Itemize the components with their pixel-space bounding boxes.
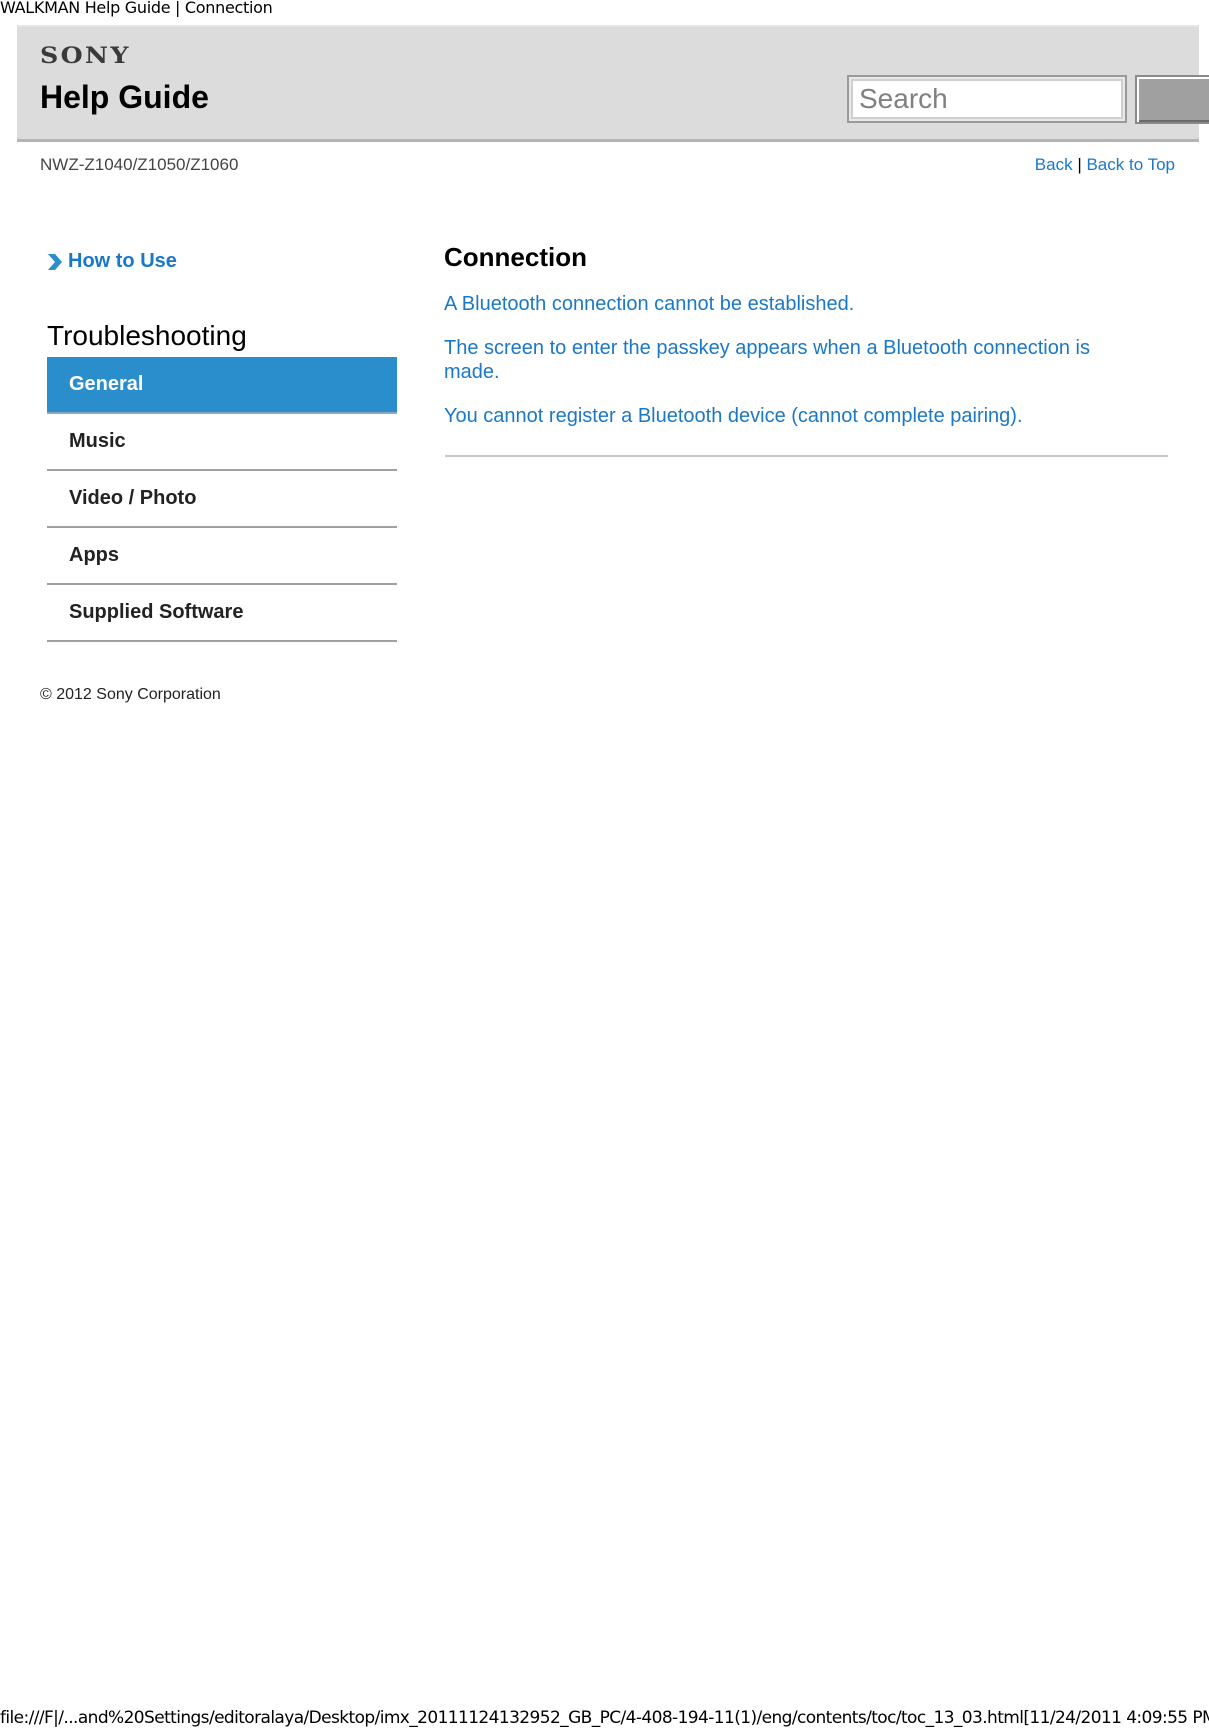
sony-logo: SONY [40, 43, 131, 69]
copyright: © 2012 Sony Corporation [40, 686, 221, 703]
nav-item-supplied-software[interactable]: Supplied Software [47, 585, 397, 642]
help-guide-title: Help Guide [40, 79, 209, 115]
nav-item-music[interactable]: Music [47, 414, 397, 471]
top-navigation: Back | Back to Top [1035, 155, 1175, 175]
nav-item-general[interactable]: General [47, 357, 397, 414]
content-divider [445, 455, 1168, 457]
window-title: WALKMAN Help Guide | Connection [0, 0, 273, 17]
file-path-footer: file:///F|/...and%20Settings/editoralaya… [0, 1708, 1209, 1728]
back-to-top-link[interactable]: Back to Top [1086, 155, 1175, 174]
topic-links: A Bluetooth connection cannot be establi… [444, 292, 1144, 448]
nav-item-video-photo[interactable]: Video / Photo [47, 471, 397, 528]
model-number: NWZ-Z1040/Z1050/Z1060 [40, 155, 239, 174]
search-button[interactable] [1135, 75, 1209, 124]
search-input[interactable] [851, 79, 1123, 119]
topic-link[interactable]: The screen to enter the passkey appears … [444, 336, 1144, 384]
site-header: SONY Help Guide [17, 25, 1209, 142]
how-to-use-label: How to Use [68, 250, 177, 272]
back-link[interactable]: Back [1035, 155, 1073, 174]
nav-separator: | [1077, 155, 1082, 174]
topic-link[interactable]: You cannot register a Bluetooth device (… [444, 404, 1144, 428]
nav-item-apps[interactable]: Apps [47, 528, 397, 585]
search-box [847, 75, 1127, 123]
topic-link[interactable]: A Bluetooth connection cannot be establi… [444, 292, 1144, 316]
chevron-right-icon [48, 253, 62, 270]
content-title: Connection [444, 242, 587, 272]
troubleshooting-nav: General Music Video / Photo Apps Supplie… [47, 357, 397, 642]
how-to-use-link[interactable]: How to Use [46, 250, 177, 273]
troubleshooting-heading: Troubleshooting [47, 320, 247, 351]
